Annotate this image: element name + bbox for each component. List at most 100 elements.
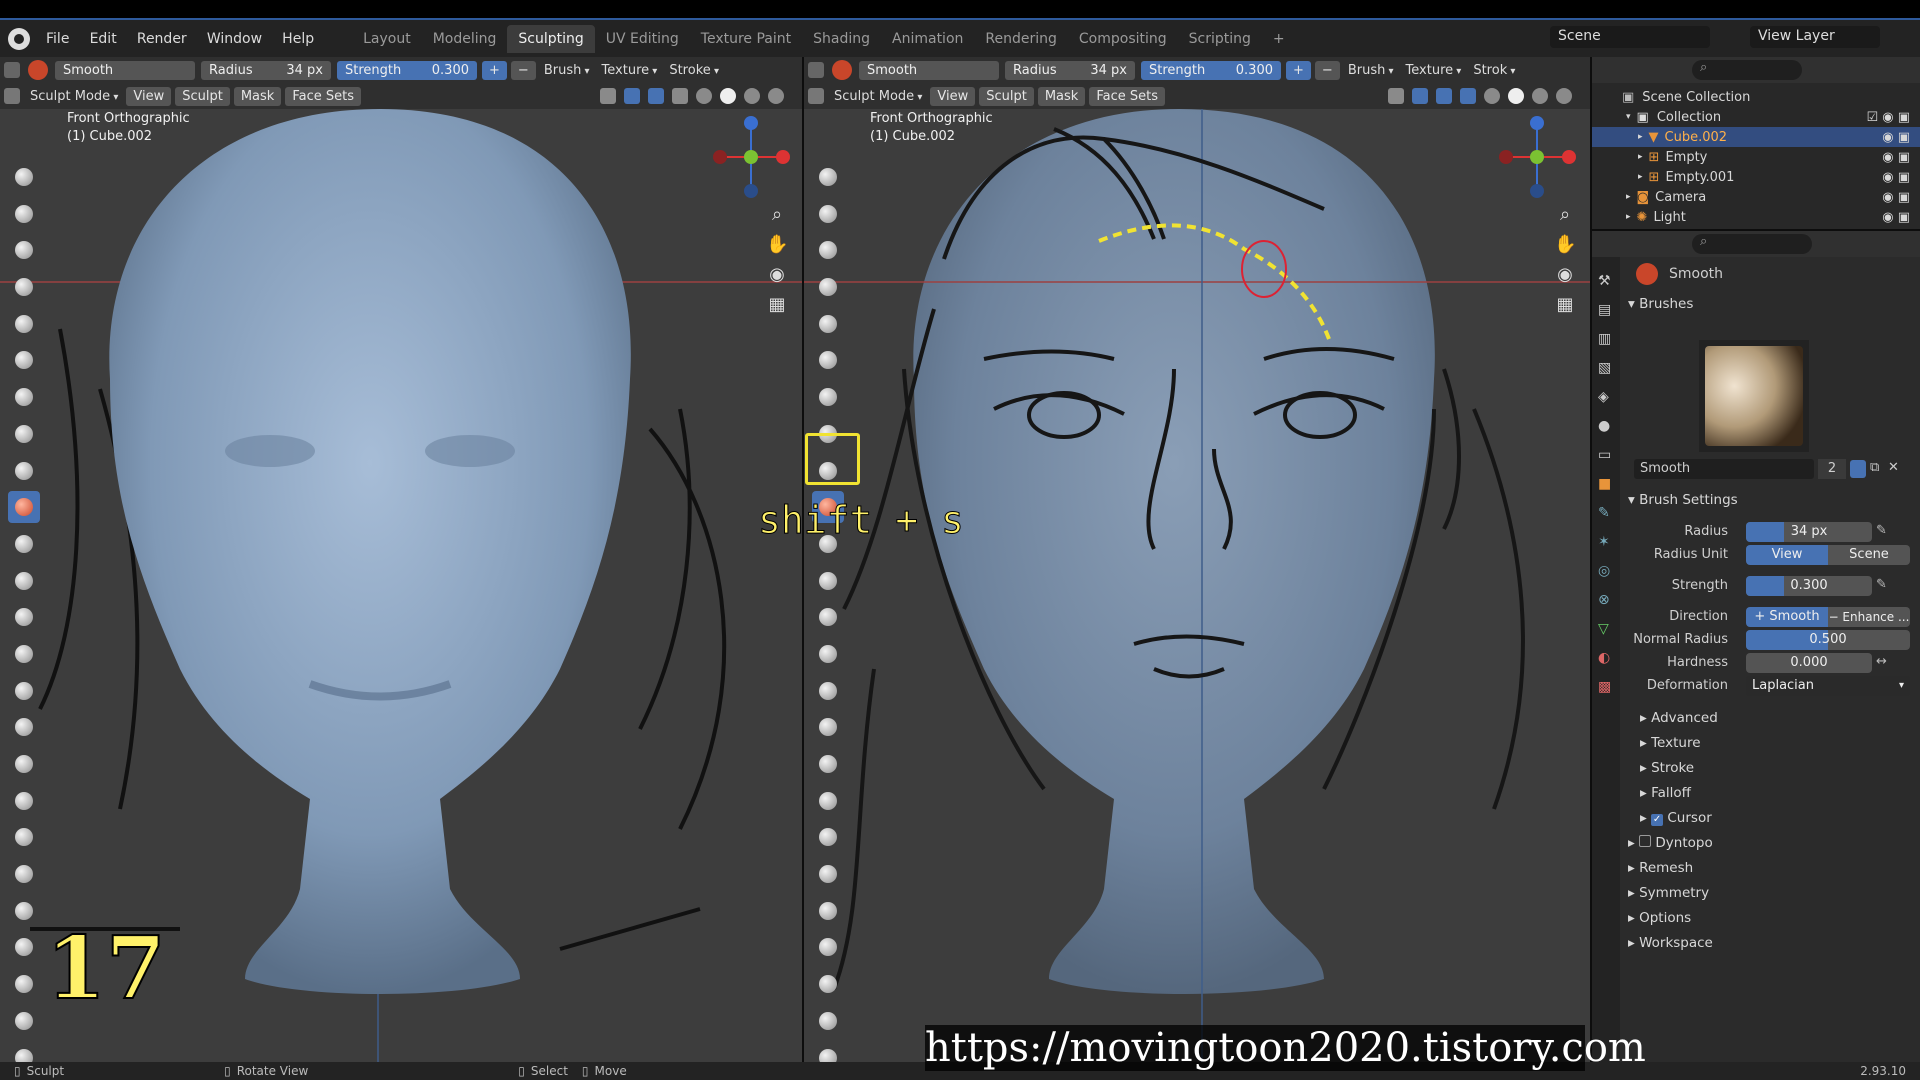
stroke-menu[interactable]: Strok <box>1467 61 1521 80</box>
strength-field[interactable]: Strength 0.300 <box>337 60 477 80</box>
menu-file[interactable]: File <box>46 31 69 47</box>
properties-search-input[interactable]: ⌕ <box>1692 234 1812 254</box>
slide-relax-tool[interactable] <box>812 968 844 1000</box>
clay-thumb-tool[interactable] <box>8 308 40 340</box>
overlay-toggle-icon[interactable] <box>648 88 664 104</box>
solid-shading-icon[interactable] <box>720 88 736 104</box>
tab-compositing[interactable]: Compositing <box>1068 25 1178 53</box>
direction-enhance-button[interactable]: − Enhance ... <box>1828 607 1910 627</box>
clay-tool[interactable] <box>812 234 844 266</box>
modifier-tab-icon[interactable]: ✎ <box>1598 499 1614 528</box>
advanced-subpanel[interactable]: ▸ Advanced <box>1640 710 1718 726</box>
visibility-eye-icon[interactable]: ◉ ▣ <box>1882 210 1910 225</box>
grab-tool[interactable] <box>812 711 844 743</box>
options-panel[interactable]: ▸ Options <box>1628 910 1691 926</box>
pinch-tool[interactable] <box>812 675 844 707</box>
camera-view-icon[interactable]: ◉ <box>766 264 788 286</box>
navigation-gizmo[interactable] <box>1494 113 1584 203</box>
multiplane-scrape-tool[interactable] <box>8 638 40 670</box>
rendered-shading-icon[interactable] <box>1556 88 1572 104</box>
blender-logo-icon[interactable] <box>8 27 30 50</box>
rendered-shading-icon[interactable] <box>768 88 784 104</box>
view-menu[interactable]: View <box>126 86 172 106</box>
outliner-item-empty-001[interactable]: ▸ ⊞ Empty.001 ◉ ▣ <box>1592 167 1920 187</box>
normal-radius-slider[interactable]: 0.500 <box>1746 630 1910 650</box>
world-tab-icon[interactable]: ● <box>1598 412 1614 441</box>
collection-tab-icon[interactable]: ▭ <box>1598 441 1614 470</box>
material-shading-icon[interactable] <box>744 88 760 104</box>
sculpt-menu[interactable]: Sculpt <box>979 86 1034 106</box>
zoom-icon[interactable]: ⌕ <box>766 204 788 226</box>
gizmo-toggle-icon[interactable] <box>624 88 640 104</box>
clay-strips-tool[interactable] <box>8 271 40 303</box>
blob-tool[interactable] <box>8 418 40 450</box>
xray-icon[interactable] <box>1460 88 1476 104</box>
menu-render[interactable]: Render <box>137 31 187 47</box>
menu-help[interactable]: Help <box>282 31 314 47</box>
unlink-brush-icon[interactable]: ✕ <box>1888 460 1899 475</box>
stroke-subpanel[interactable]: ▸ Stroke <box>1640 760 1694 776</box>
brush-name-field[interactable]: Smooth <box>859 60 999 80</box>
brush-menu[interactable]: Brush <box>538 61 596 80</box>
dyntopo-checkbox[interactable] <box>1639 835 1652 847</box>
thumb-tool[interactable] <box>8 821 40 853</box>
visibility-eye-icon[interactable]: ◉ ▣ <box>1882 170 1910 185</box>
radius-unit-view-button[interactable]: View <box>1746 545 1828 565</box>
radius-slider[interactable]: 34 px <box>1746 522 1872 542</box>
tab-uv-editing[interactable]: UV Editing <box>595 25 690 53</box>
menu-window[interactable]: Window <box>207 31 262 47</box>
radius-field[interactable]: Radius 34 px <box>1005 60 1135 80</box>
particles-tab-icon[interactable]: ✶ <box>1598 528 1614 557</box>
pressure-icon[interactable]: ✎ <box>1876 577 1887 592</box>
pose-tool[interactable] <box>812 858 844 890</box>
editor-type-icon[interactable] <box>808 62 824 78</box>
clay-strips-tool[interactable] <box>812 271 844 303</box>
tab-layout[interactable]: Layout <box>352 25 422 53</box>
rotate-tool[interactable] <box>812 931 844 963</box>
boundary-tool[interactable] <box>8 1005 40 1037</box>
nudge-tool[interactable] <box>812 895 844 927</box>
scene-tab-icon[interactable]: ◈ <box>1598 383 1614 412</box>
wireframe-shading-icon[interactable] <box>1484 88 1500 104</box>
layer-tool[interactable] <box>8 344 40 376</box>
snake-hook-tool[interactable] <box>812 785 844 817</box>
direction-subtract-button[interactable]: − <box>1314 60 1340 80</box>
workspace-panel[interactable]: ▸ Workspace <box>1628 935 1713 951</box>
object-tab-icon[interactable]: ■ <box>1598 470 1614 499</box>
cursor-checkbox[interactable]: ✓ <box>1651 814 1664 826</box>
outliner-item-light[interactable]: ▸ ✺ Light ◉ ▣ <box>1592 207 1920 227</box>
fill-tool[interactable] <box>812 565 844 597</box>
mode-selector[interactable]: Sculpt Mode <box>828 87 928 106</box>
deformation-dropdown[interactable]: Laplacian ▾ <box>1746 676 1910 696</box>
clay-tool[interactable] <box>8 234 40 266</box>
direction-smooth-button[interactable]: + Smooth <box>1746 607 1828 627</box>
grid-view-icon[interactable]: ▦ <box>1554 294 1576 316</box>
material-shading-icon[interactable] <box>1532 88 1548 104</box>
pan-hand-icon[interactable]: ✋ <box>1554 234 1576 256</box>
brush-settings-panel-header[interactable]: ▾ Brush Settings <box>1628 492 1738 508</box>
outliner-item-cube[interactable]: ▸ ▼ Cube.002 ◉ ▣ <box>1592 127 1920 147</box>
elastic-deform-tool[interactable] <box>812 748 844 780</box>
draw-sharp-tool[interactable] <box>8 198 40 230</box>
sculpt-menu[interactable]: Sculpt <box>175 86 230 106</box>
rotate-tool[interactable] <box>8 931 40 963</box>
face-sets-menu[interactable]: Face Sets <box>285 86 361 106</box>
hardness-slider[interactable]: 0.000 <box>1746 653 1872 673</box>
dyntopo-panel[interactable]: ▸ Dyntopo <box>1628 835 1713 851</box>
pressure-icon[interactable]: ✎ <box>1876 523 1887 538</box>
visibility-eye-icon[interactable]: ◉ ▣ <box>1882 150 1910 165</box>
visibility-eye-icon[interactable]: ☑ ◉ ▣ <box>1866 110 1910 125</box>
layer-tool[interactable] <box>812 344 844 376</box>
invert-arrows-icon[interactable]: ↔ <box>1876 654 1887 669</box>
visibility-icon[interactable] <box>600 88 616 104</box>
radius-field[interactable]: Radius 34 px <box>201 60 331 80</box>
gizmo-toggle-icon[interactable] <box>1412 88 1428 104</box>
viewport-left[interactable]: Smooth Radius 34 px Strength 0.300 + − Bru… <box>0 57 802 1062</box>
cursor-subpanel[interactable]: ▸ ✓ Cursor <box>1640 810 1712 826</box>
radius-unit-scene-button[interactable]: Scene <box>1828 545 1910 565</box>
falloff-subpanel[interactable]: ▸ Falloff <box>1640 785 1691 801</box>
fake-user-shield-icon[interactable] <box>1850 460 1866 478</box>
brush-preview-thumbnail[interactable] <box>1699 340 1809 452</box>
remesh-panel[interactable]: ▸ Remesh <box>1628 860 1693 876</box>
navigation-gizmo[interactable] <box>708 113 798 203</box>
